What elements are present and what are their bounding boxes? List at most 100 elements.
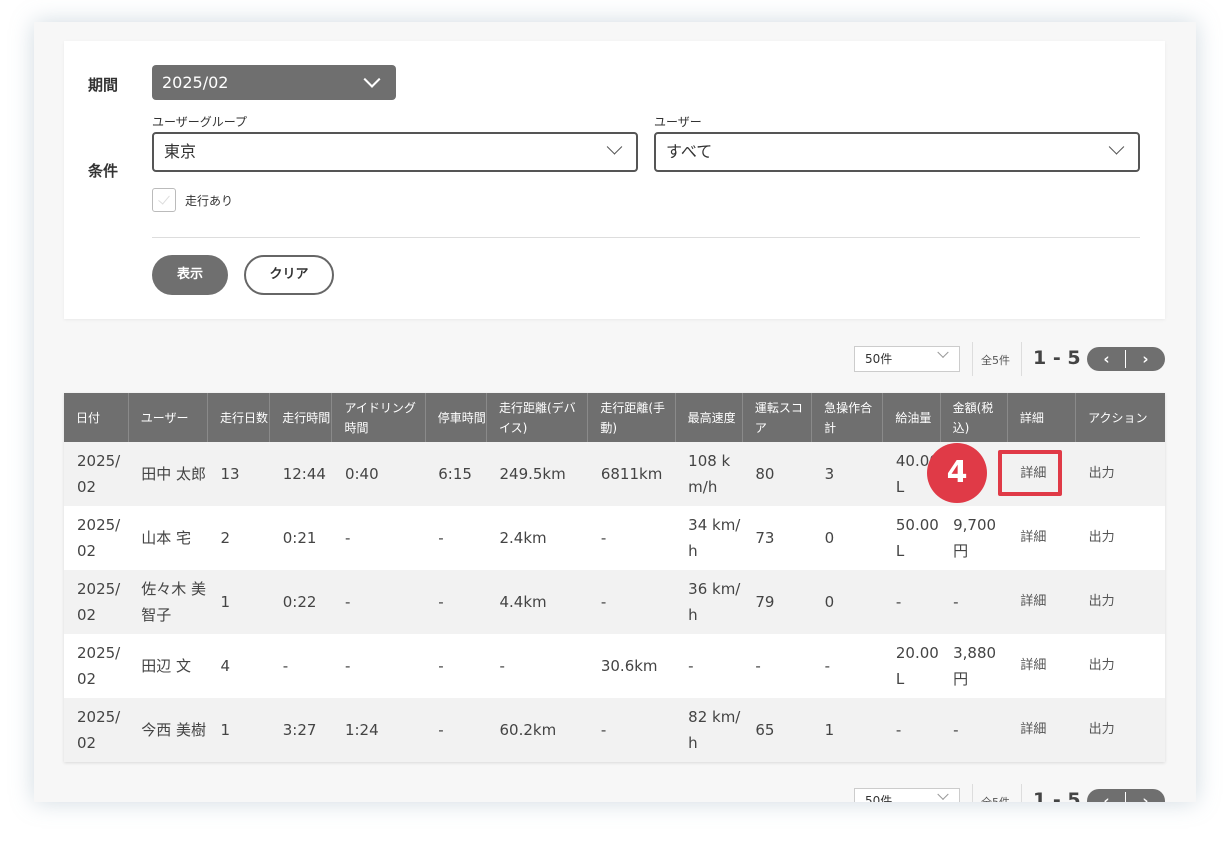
- chevron-left-icon: ‹: [1103, 792, 1110, 802]
- user-select[interactable]: すべて: [654, 132, 1140, 172]
- period-select[interactable]: 2025/02: [152, 65, 396, 100]
- running-checkbox-label: 走行あり: [185, 194, 234, 208]
- cell-amount: 9,700円: [940, 506, 1008, 570]
- clear-button[interactable]: クリア: [244, 255, 334, 295]
- cell-user: 田中 太郎: [128, 442, 208, 506]
- separator: [1021, 784, 1022, 802]
- cell-user: 田辺 文: [128, 634, 208, 698]
- user-group-value: 東京: [164, 142, 197, 161]
- cell-driving-score: 73: [742, 506, 812, 570]
- separator: [972, 784, 973, 802]
- cell-date: 2025/02: [64, 506, 129, 570]
- cell-max-speed: 34 km/h: [675, 506, 743, 570]
- table-row: 2025/02 佐々木 美智子 1 0:22 - - 4.4km - 36 km…: [64, 570, 1165, 634]
- cell-stop-time: 6:15: [425, 442, 487, 506]
- next-page-button[interactable]: ›: [1126, 347, 1165, 371]
- cell-amount: -: [940, 698, 1008, 762]
- total-count: 全5件: [981, 354, 1010, 367]
- col-driving-score: 運転スコア: [742, 393, 813, 442]
- cell-distance-device: -: [486, 634, 588, 698]
- col-date: 日付: [64, 393, 129, 442]
- chevron-down-icon: [363, 70, 381, 88]
- detail-link[interactable]: 詳細: [1007, 506, 1076, 570]
- results-table: 日付 ユーザー 走行日数 走行時間 アイドリング時間 停車時間 走行距離(デバイ…: [64, 393, 1165, 762]
- user-group-select[interactable]: 東京: [152, 132, 638, 172]
- user-label: ユーザー: [654, 115, 702, 129]
- col-max-speed: 最高速度: [675, 393, 743, 442]
- cell-fuel: -: [882, 698, 941, 762]
- cell-distance-manual: 6811km: [587, 442, 676, 506]
- cell-fuel: -: [882, 570, 941, 634]
- chevron-left-icon: ‹: [1103, 350, 1110, 368]
- cell-running-days: 4: [207, 634, 270, 698]
- running-checkbox[interactable]: [152, 188, 176, 212]
- cell-distance-manual: -: [587, 698, 676, 762]
- cell-stop-time: -: [425, 698, 487, 762]
- page-range: 1 - 5: [1033, 789, 1081, 802]
- cell-driving-score: -: [742, 634, 812, 698]
- cell-sudden-ops: 1: [811, 698, 883, 762]
- cell-running-days: 2: [207, 506, 270, 570]
- page-range: 1 - 5: [1033, 347, 1081, 369]
- chevron-down-icon: [1108, 139, 1125, 155]
- cell-stop-time: -: [425, 506, 487, 570]
- pagination-bottom: 50件 全5件 1 - 5 ‹ ›: [854, 784, 1165, 802]
- per-page-value: 50件: [865, 794, 893, 802]
- prev-page-button[interactable]: ‹: [1087, 347, 1126, 371]
- export-link[interactable]: 出力: [1075, 698, 1165, 762]
- col-running-time: 走行時間: [269, 393, 333, 442]
- col-detail: 詳細: [1007, 393, 1077, 442]
- cell-driving-score: 65: [742, 698, 812, 762]
- cell-max-speed: 82 km/h: [675, 698, 743, 762]
- show-button[interactable]: 表示: [152, 255, 228, 295]
- col-sudden-ops: 急操作合計: [811, 393, 884, 442]
- table-row: 2025/02 今西 美樹 1 3:27 1:24 - 60.2km - 82 …: [64, 698, 1165, 762]
- cell-idling-time: -: [331, 570, 426, 634]
- total-count: 全5件: [981, 794, 1010, 802]
- detail-link[interactable]: 詳細: [1007, 634, 1076, 698]
- cell-running-time: -: [269, 634, 332, 698]
- export-link[interactable]: 出力: [1075, 442, 1165, 506]
- table-row: 2025/02 山本 宅 2 0:21 - - 2.4km - 34 km/h …: [64, 506, 1165, 570]
- step-badge: 4: [927, 443, 987, 503]
- per-page-select[interactable]: 50件: [854, 346, 960, 372]
- chevron-right-icon: ›: [1142, 350, 1149, 368]
- next-page-button[interactable]: ›: [1126, 789, 1165, 802]
- page-nav: ‹ ›: [1087, 789, 1165, 802]
- col-action: アクション: [1075, 393, 1165, 442]
- cell-max-speed: -: [675, 634, 743, 698]
- cell-stop-time: -: [425, 634, 487, 698]
- cell-distance-manual: -: [587, 506, 676, 570]
- cell-distance-device: 2.4km: [486, 506, 588, 570]
- per-page-select[interactable]: 50件: [854, 788, 960, 802]
- separator: [972, 342, 973, 376]
- prev-page-button[interactable]: ‹: [1087, 789, 1126, 802]
- col-amount: 金額(税込): [940, 393, 1008, 442]
- cell-user: 佐々木 美智子: [128, 570, 208, 634]
- cell-max-speed: 108 km/h: [675, 442, 743, 506]
- cell-idling-time: -: [331, 634, 426, 698]
- app-frame: 期間 2025/02 条件 ユーザーグループ 東京 ユーザー すべて 走行あり …: [34, 22, 1196, 802]
- chevron-down-icon: [937, 788, 949, 800]
- cell-idling-time: 1:24: [331, 698, 426, 762]
- cell-running-time: 3:27: [269, 698, 332, 762]
- divider: [152, 237, 1140, 238]
- cell-date: 2025/02: [64, 634, 129, 698]
- cell-running-time: 12:44: [269, 442, 332, 506]
- chevron-down-icon: [937, 346, 949, 358]
- export-link[interactable]: 出力: [1075, 506, 1165, 570]
- cell-distance-device: 60.2km: [486, 698, 588, 762]
- cell-amount: -: [940, 570, 1008, 634]
- cell-idling-time: -: [331, 506, 426, 570]
- export-link[interactable]: 出力: [1075, 570, 1165, 634]
- col-distance-device: 走行距離(デバイス): [486, 393, 589, 442]
- col-running-days: 走行日数: [207, 393, 271, 442]
- user-group-label: ユーザーグループ: [152, 115, 248, 129]
- cell-distance-manual: -: [587, 570, 676, 634]
- export-link[interactable]: 出力: [1075, 634, 1165, 698]
- cell-driving-score: 80: [742, 442, 812, 506]
- cell-fuel: 20.00L: [882, 634, 941, 698]
- detail-link[interactable]: 詳細: [1007, 698, 1076, 762]
- detail-link[interactable]: 詳細: [1007, 570, 1076, 634]
- period-value: 2025/02: [162, 73, 229, 92]
